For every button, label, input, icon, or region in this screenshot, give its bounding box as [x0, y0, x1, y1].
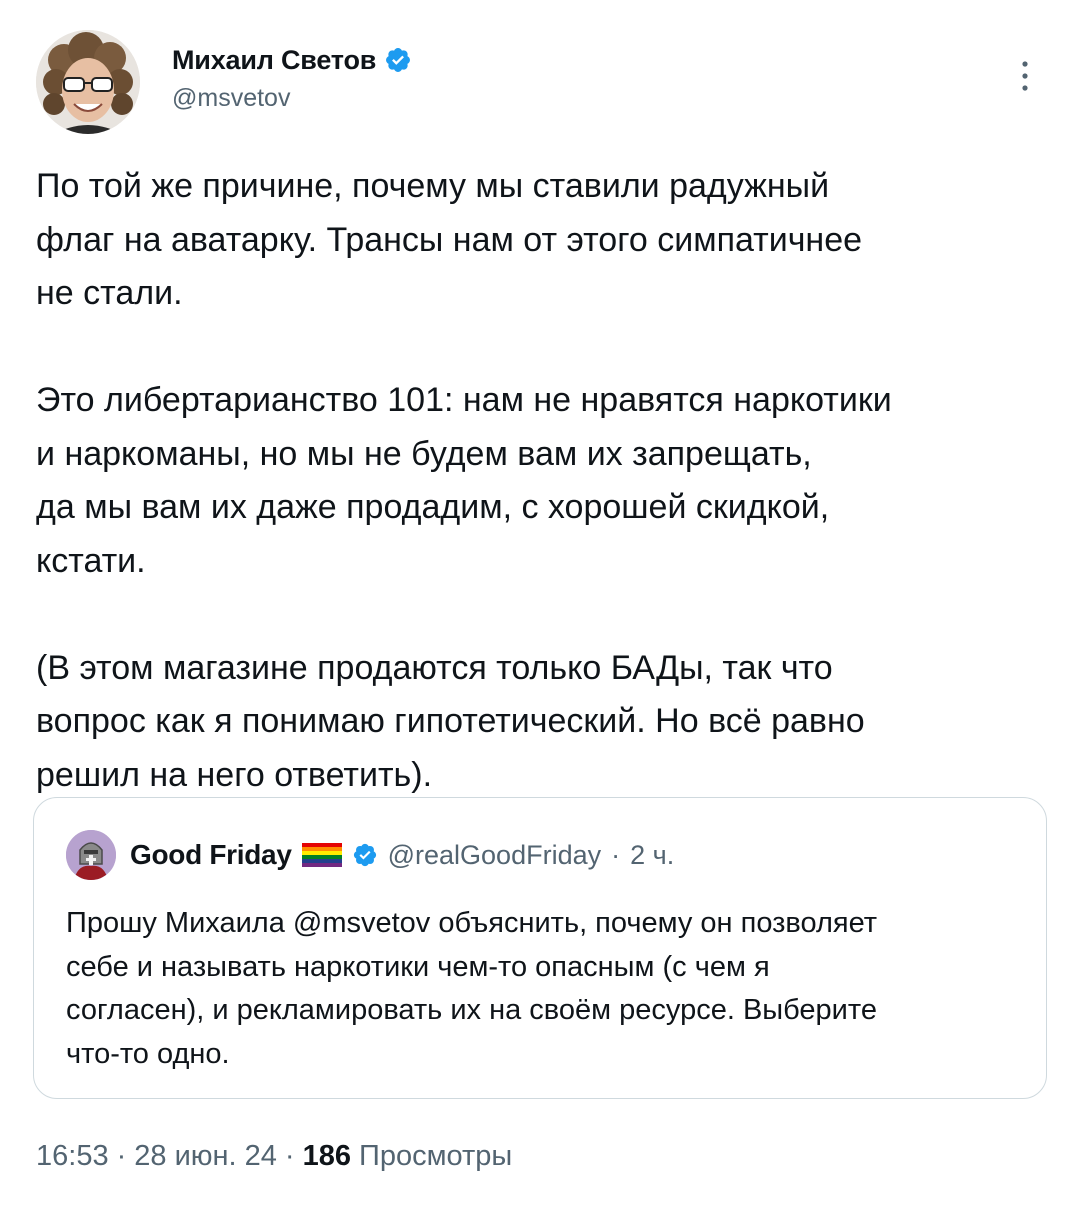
quoted-tweet-card[interactable]: Good Friday @realGoodFriday · 2 ч. Прошу…: [33, 797, 1047, 1099]
rainbow-flag-icon: [301, 843, 342, 867]
tweet-time[interactable]: 16:53: [36, 1140, 109, 1173]
quoted-author-avatar: [66, 830, 116, 880]
display-name-row: Михаил Светов: [172, 42, 412, 78]
quoted-verified-badge-icon: [352, 842, 378, 868]
quoted-timestamp[interactable]: 2 ч.: [630, 840, 674, 871]
verified-badge-icon: [384, 46, 412, 74]
author-info: Михаил Светов @msvetov: [172, 42, 412, 113]
quoted-tweet-text: Прошу Михаила @msvetov объяснить, почему…: [66, 907, 878, 1070]
tweet-text: По той же причине, почему мы ставили рад…: [36, 167, 892, 794]
views-count: 186: [302, 1140, 351, 1172]
views-label: Просмотры: [358, 1140, 513, 1172]
tweet-date[interactable]: 28 июн. 24: [134, 1140, 277, 1173]
author-display-name[interactable]: Михаил Светов: [172, 45, 376, 76]
quoted-separator: ·: [611, 839, 621, 870]
quoted-author-handle[interactable]: @realGoodFriday: [388, 840, 602, 871]
author-avatar[interactable]: [36, 30, 140, 134]
tweet-meta: 16:53 · 28 июн. 24 · 186 Просмотры: [36, 1140, 512, 1173]
more-options-icon[interactable]: [1018, 56, 1032, 96]
meta-separator: ·: [116, 1140, 127, 1172]
author-handle[interactable]: @msvetov: [172, 84, 412, 113]
meta-separator: ·: [284, 1140, 295, 1172]
quoted-author-display-name[interactable]: Good Friday: [130, 839, 292, 871]
tweet-header: Михаил Светов @msvetov: [36, 30, 1046, 140]
quoted-tweet-header: Good Friday @realGoodFriday · 2 ч.: [66, 830, 674, 880]
